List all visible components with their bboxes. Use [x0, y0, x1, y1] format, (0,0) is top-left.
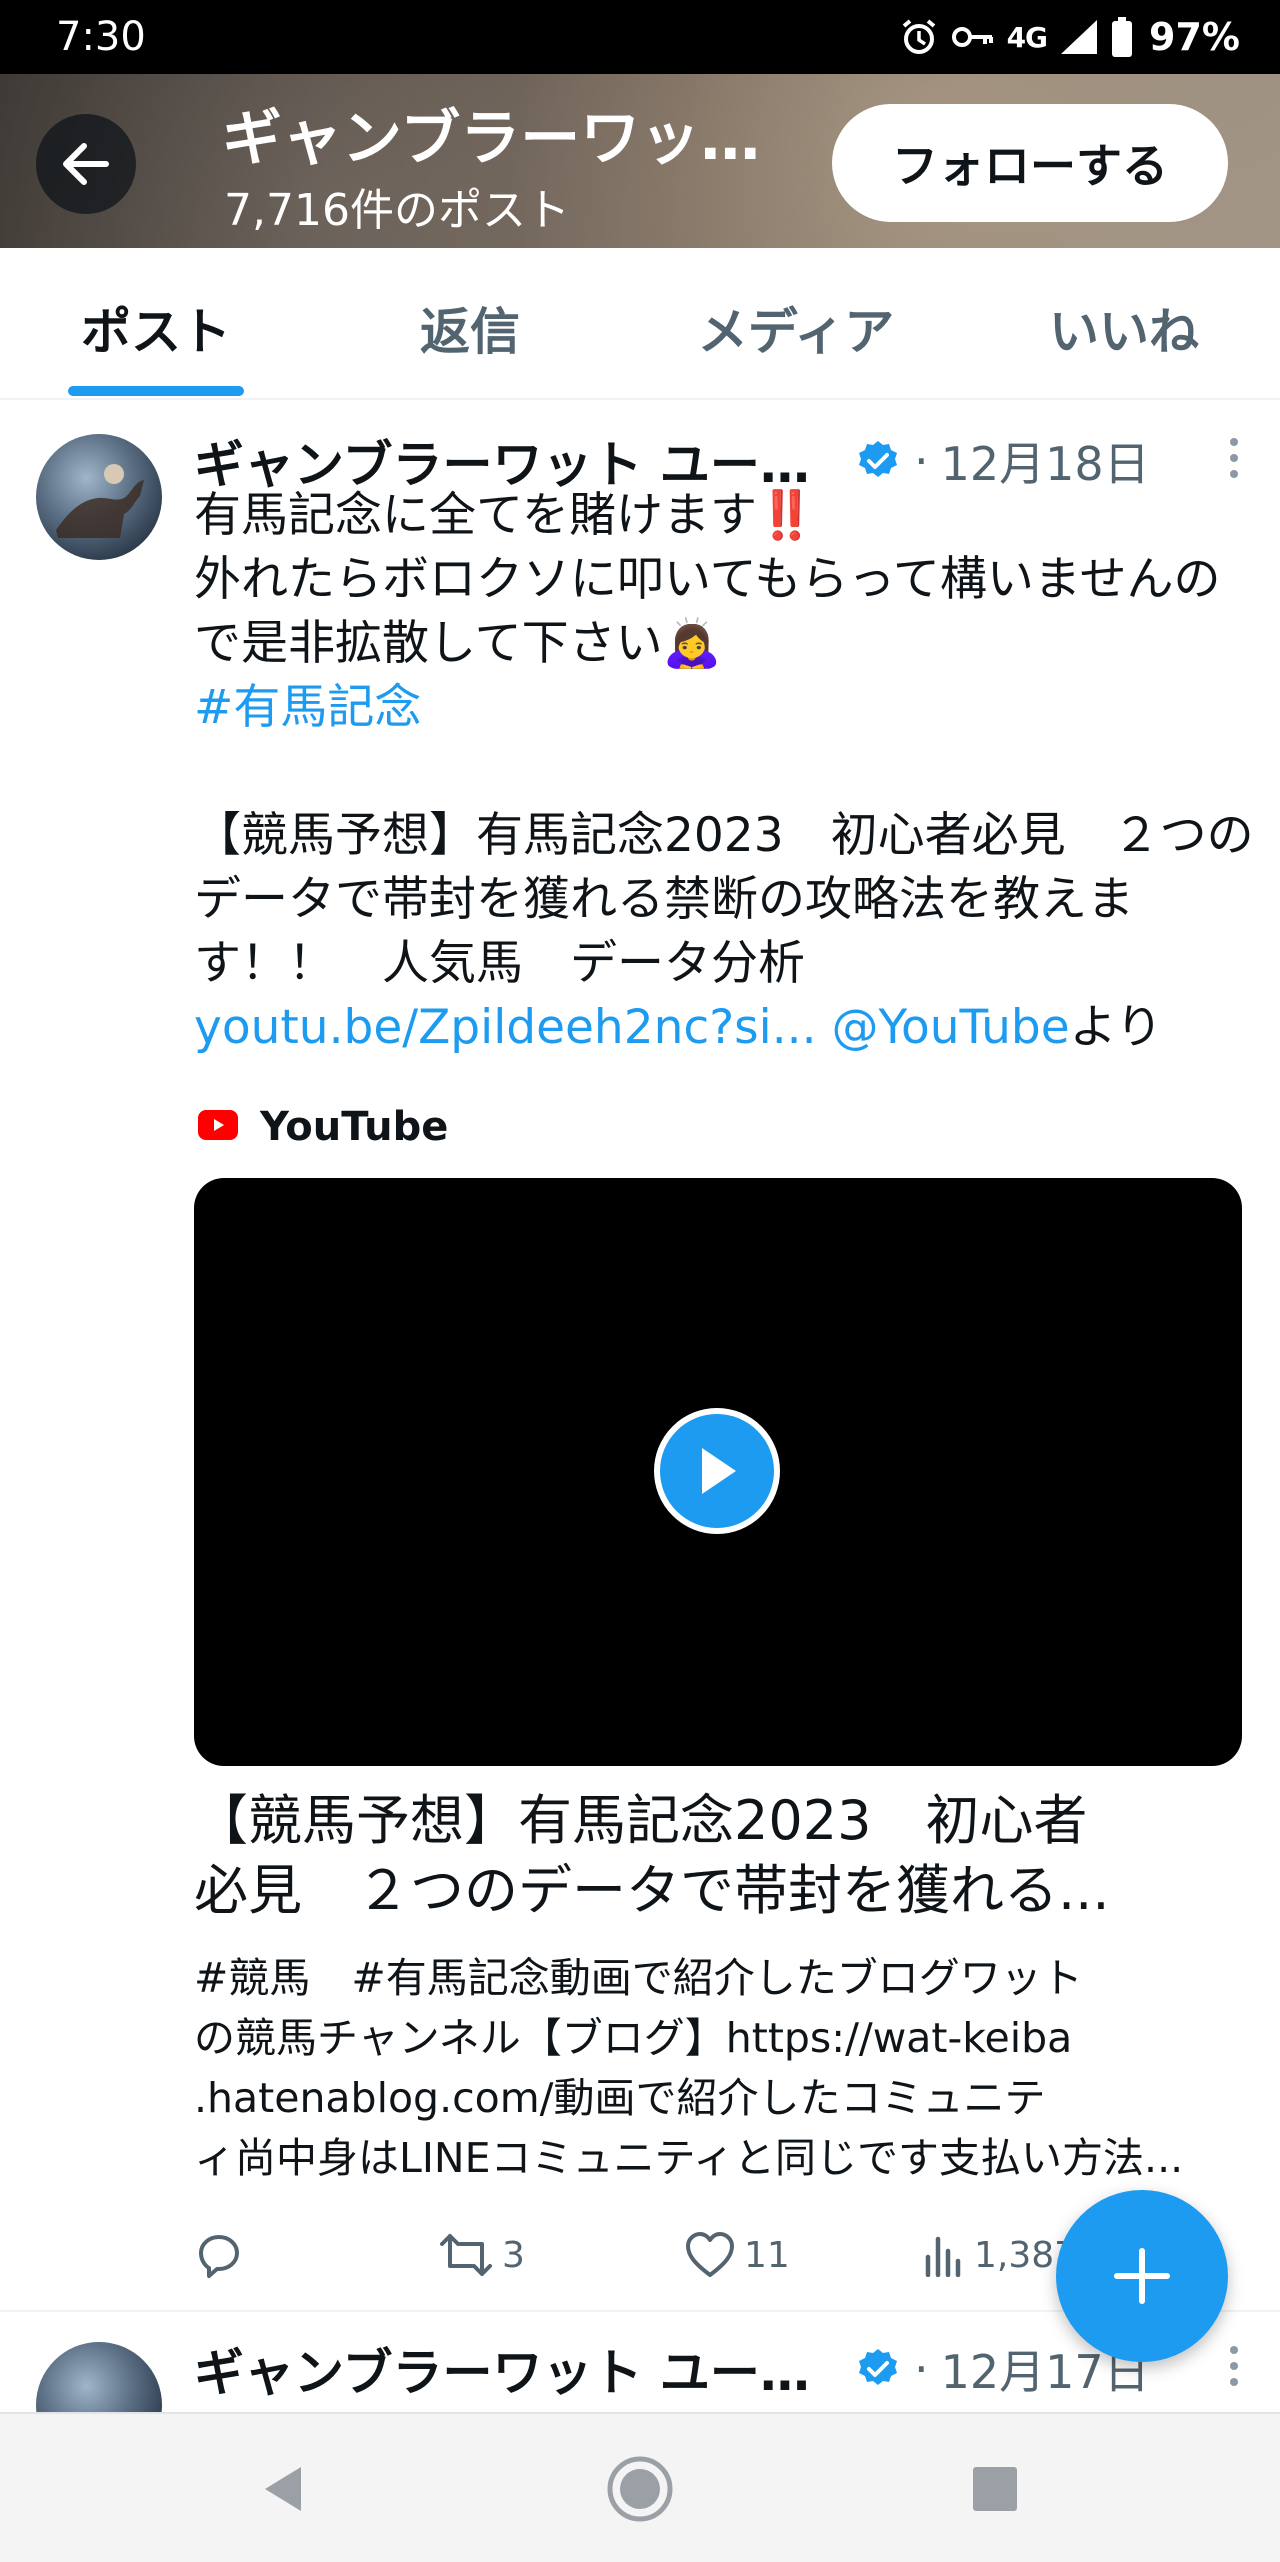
signal-icon [1059, 17, 1099, 57]
like-count: 11 [744, 2234, 790, 2276]
hashtag-link[interactable]: #有馬記念 [194, 680, 421, 735]
tab-likes[interactable]: いいね [1049, 292, 1199, 364]
profile-name: ギャンブラーワットユーチューバー [222, 104, 792, 174]
text-line-1: 有馬記念に全てを賭けます [194, 488, 758, 543]
nav-recents-icon[interactable] [960, 2454, 1030, 2524]
tab-replies[interactable]: 返信 [420, 292, 520, 364]
bowing-emoji: 🙇‍♀️ [662, 616, 722, 671]
play-button[interactable] [654, 1408, 780, 1534]
like-button[interactable]: 11 [684, 2220, 790, 2290]
verified-badge-icon [856, 439, 900, 483]
card-desc-line: ィ尚中身はLINEコミュニティと同じです支払い方法... [194, 2134, 1184, 2182]
retweet-icon [440, 2234, 492, 2276]
tweet[interactable]: ギャンブラーワット ユーチューバー · 12月18日 有馬記念に全てを賭けます‼… [0, 400, 1280, 2312]
tab-posts[interactable]: ポスト [81, 292, 231, 364]
battery-level: 97% [1149, 15, 1240, 59]
card-title-line: 必見 ２つのデータで帯封を獲れる... [194, 1859, 1110, 1922]
source-label: YouTube [260, 1104, 449, 1150]
more-options-icon[interactable] [1224, 438, 1244, 488]
text-line-3: 【競馬予想】有馬記念2023 初心者必見 ２つのデータで帯封を獲れる禁断の攻略法… [194, 808, 1254, 991]
reply-button[interactable] [194, 2220, 244, 2290]
retweet-button[interactable]: 3 [438, 2220, 525, 2290]
avatar[interactable] [36, 434, 162, 560]
profile-tabs: ポスト 返信 メディア いいね [0, 248, 1280, 400]
card-desc-line: .hatenablog.com/動画で紹介したコミュニテ [194, 2074, 1046, 2122]
author-name[interactable]: ギャンブラーワット ユーチューバー [194, 2333, 844, 2405]
text-suffix: より [1069, 1000, 1163, 1055]
youtube-link[interactable]: youtu.be/Zpildeeh2nc?si... [194, 1000, 817, 1055]
card-title-line: 【競馬予想】有馬記念2023 初心者 [194, 1789, 1088, 1852]
heart-icon [686, 2232, 734, 2277]
mention-link[interactable]: @YouTube [832, 1000, 1070, 1055]
avatar[interactable] [36, 2342, 162, 2412]
card-title[interactable]: 【競馬予想】有馬記念2023 初心者 必見 ２つのデータで帯封を獲れる... [194, 1786, 1242, 1926]
status-time: 7:30 [56, 14, 146, 60]
tab-indicator [68, 386, 244, 396]
compose-button[interactable] [1056, 2190, 1228, 2362]
nav-back-icon[interactable] [250, 2454, 320, 2524]
double-exclamation-emoji: ‼️ [757, 488, 816, 543]
youtube-logo-icon [198, 1110, 238, 1144]
more-options-icon[interactable] [1224, 2346, 1244, 2396]
tweet-header: ギャンブラーワット ユーチューバー · 12月17日 [194, 2334, 1244, 2404]
views-chart-icon [925, 2236, 961, 2277]
verified-badge-icon [856, 2347, 900, 2391]
views-button[interactable]: 1,387 [922, 2220, 1077, 2290]
separator: · [914, 434, 929, 488]
separator: · [914, 2342, 929, 2396]
card-desc-line: の競馬チャンネル【ブログ】https://wat-keiba [194, 2014, 1073, 2062]
nav-home-icon[interactable] [605, 2454, 675, 2524]
arrow-left-icon [63, 143, 109, 185]
battery-icon [1111, 17, 1133, 57]
profile-header: ギャンブラーワットユーチューバー 7,716件のポスト フォローする [0, 74, 1280, 248]
network-type: 4G [1006, 20, 1048, 54]
card-source: YouTube [198, 1104, 448, 1150]
back-button[interactable] [36, 114, 136, 214]
status-icons: 4G 97% [899, 12, 1240, 62]
plus-icon [1114, 2248, 1170, 2304]
status-bar: 7:30 4G 97% [0, 0, 1280, 74]
tweet-text: 有馬記念に全てを賭けます‼️ 外れたらボロクソに叩いてもらって構いませんので是非… [194, 484, 1254, 1060]
play-icon [702, 1448, 736, 1494]
tab-media[interactable]: メディア [698, 292, 895, 364]
reply-icon [199, 2235, 239, 2278]
retweet-count: 3 [502, 2234, 525, 2276]
card-description[interactable]: #競馬 #有馬記念動画で紹介したブログワット の競馬チャンネル【ブログ】http… [194, 1948, 1242, 2188]
key-icon [951, 17, 995, 57]
post-count: 7,716件のポスト [224, 185, 570, 236]
navigation-bar [0, 2412, 1280, 2562]
card-desc-line: #競馬 #有馬記念動画で紹介したブログワット [194, 1954, 1083, 2002]
video-card[interactable] [194, 1178, 1242, 1766]
follow-button[interactable]: フォローする [832, 104, 1228, 222]
alarm-icon [899, 17, 939, 57]
